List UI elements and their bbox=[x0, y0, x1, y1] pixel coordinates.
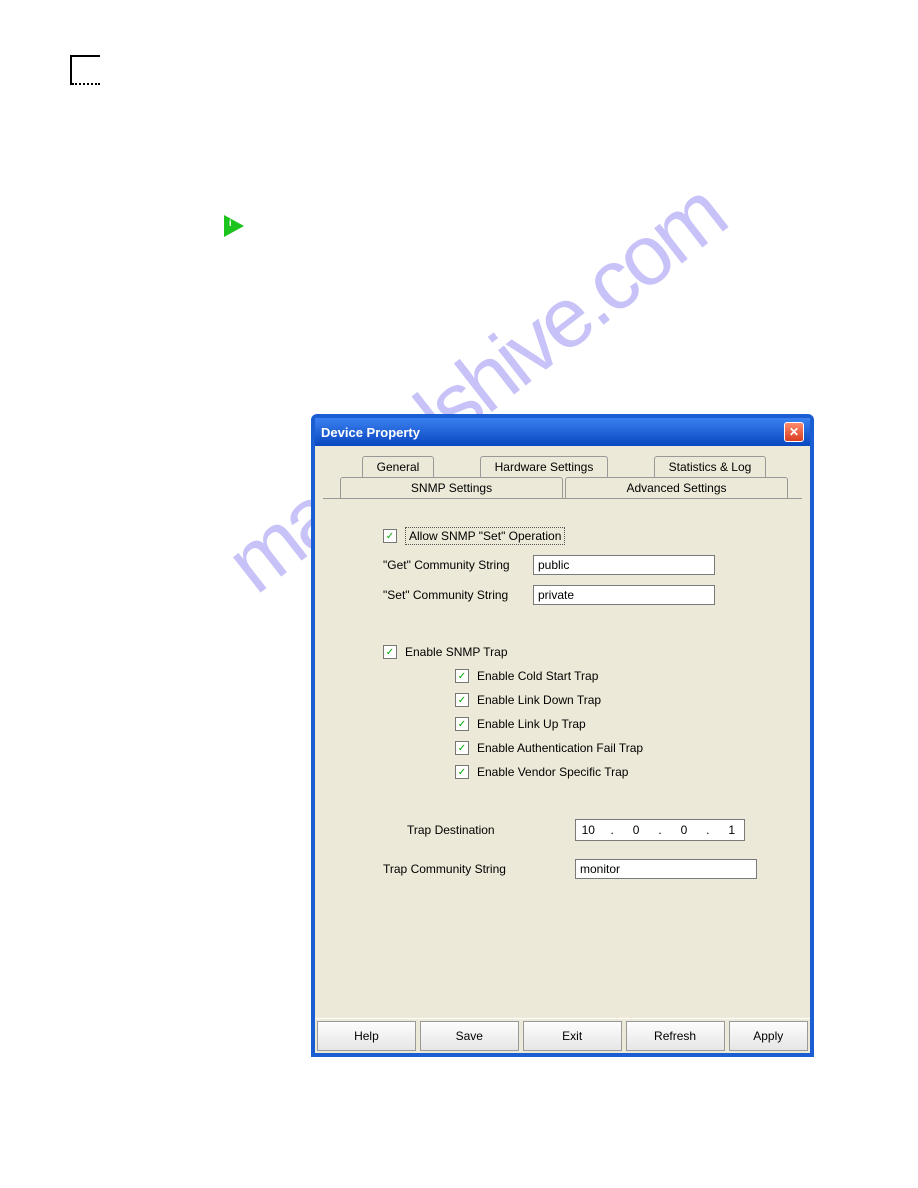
device-property-dialog: Device Property ✕ General Hardware Setti… bbox=[311, 414, 814, 1057]
cold-start-trap-label: Enable Cold Start Trap bbox=[477, 669, 598, 683]
apply-button[interactable]: Apply bbox=[729, 1021, 809, 1051]
allow-snmp-set-checkbox[interactable] bbox=[383, 529, 397, 543]
exit-button[interactable]: Exit bbox=[523, 1021, 622, 1051]
trap-row-1: Enable Link Down Trap bbox=[455, 693, 790, 707]
set-community-label: "Set" Community String bbox=[383, 588, 533, 602]
trap-row-2: Enable Link Up Trap bbox=[455, 717, 790, 731]
set-community-input[interactable] bbox=[533, 585, 715, 605]
vendor-specific-trap-label: Enable Vendor Specific Trap bbox=[477, 765, 628, 779]
trap-destination-row: Trap Destination 10. 0. 0. 1 bbox=[407, 819, 790, 841]
ip-octet-2: 0 bbox=[624, 823, 648, 837]
link-up-trap-checkbox[interactable] bbox=[455, 717, 469, 731]
ip-octet-1: 10 bbox=[576, 823, 600, 837]
cold-start-trap-checkbox[interactable] bbox=[455, 669, 469, 683]
enable-snmp-trap-checkbox[interactable] bbox=[383, 645, 397, 659]
window-title: Device Property bbox=[321, 425, 420, 440]
tab-row-front: SNMP Settings Advanced Settings bbox=[340, 477, 790, 498]
refresh-button[interactable]: Refresh bbox=[626, 1021, 725, 1051]
get-community-input[interactable] bbox=[533, 555, 715, 575]
trap-row-4: Enable Vendor Specific Trap bbox=[455, 765, 790, 779]
set-community-row: "Set" Community String bbox=[383, 585, 790, 605]
trap-row-3: Enable Authentication Fail Trap bbox=[455, 741, 790, 755]
tab-area: General Hardware Settings Statistics & L… bbox=[315, 446, 810, 1018]
info-triangle-icon bbox=[224, 215, 244, 237]
get-community-row: "Get" Community String bbox=[383, 555, 790, 575]
ip-octet-3: 0 bbox=[672, 823, 696, 837]
tab-snmp-settings[interactable]: SNMP Settings bbox=[340, 477, 563, 498]
trap-community-row: Trap Community String bbox=[383, 859, 790, 879]
snmp-settings-panel: Allow SNMP "Set" Operation "Get" Communi… bbox=[323, 498, 802, 1018]
info-glyph: i bbox=[229, 218, 232, 228]
auth-fail-trap-checkbox[interactable] bbox=[455, 741, 469, 755]
trap-destination-label: Trap Destination bbox=[407, 823, 575, 837]
get-community-label: "Get" Community String bbox=[383, 558, 533, 572]
help-button[interactable]: Help bbox=[317, 1021, 416, 1051]
vendor-specific-trap-checkbox[interactable] bbox=[455, 765, 469, 779]
link-down-trap-checkbox[interactable] bbox=[455, 693, 469, 707]
save-button[interactable]: Save bbox=[420, 1021, 519, 1051]
page-corner-icon bbox=[70, 55, 100, 85]
link-up-trap-label: Enable Link Up Trap bbox=[477, 717, 586, 731]
tab-advanced-settings[interactable]: Advanced Settings bbox=[565, 477, 788, 498]
button-bar: Help Save Exit Refresh Apply bbox=[315, 1018, 810, 1053]
auth-fail-trap-label: Enable Authentication Fail Trap bbox=[477, 741, 643, 755]
trap-community-label: Trap Community String bbox=[383, 862, 575, 876]
close-icon: ✕ bbox=[789, 425, 799, 439]
tab-hardware-settings[interactable]: Hardware Settings bbox=[480, 456, 609, 477]
trap-community-input[interactable] bbox=[575, 859, 757, 879]
close-button[interactable]: ✕ bbox=[784, 422, 804, 442]
trap-destination-input[interactable]: 10. 0. 0. 1 bbox=[575, 819, 745, 841]
tab-general[interactable]: General bbox=[362, 456, 435, 477]
ip-octet-4: 1 bbox=[720, 823, 744, 837]
tab-statistics-log[interactable]: Statistics & Log bbox=[654, 456, 767, 477]
titlebar[interactable]: Device Property ✕ bbox=[315, 418, 810, 446]
tab-row-back: General Hardware Settings Statistics & L… bbox=[340, 456, 790, 477]
enable-snmp-trap-label: Enable SNMP Trap bbox=[405, 645, 508, 659]
allow-set-row: Allow SNMP "Set" Operation bbox=[383, 527, 790, 545]
link-down-trap-label: Enable Link Down Trap bbox=[477, 693, 601, 707]
allow-snmp-set-label: Allow SNMP "Set" Operation bbox=[405, 527, 565, 545]
enable-trap-row: Enable SNMP Trap bbox=[383, 645, 790, 659]
trap-row-0: Enable Cold Start Trap bbox=[455, 669, 790, 683]
